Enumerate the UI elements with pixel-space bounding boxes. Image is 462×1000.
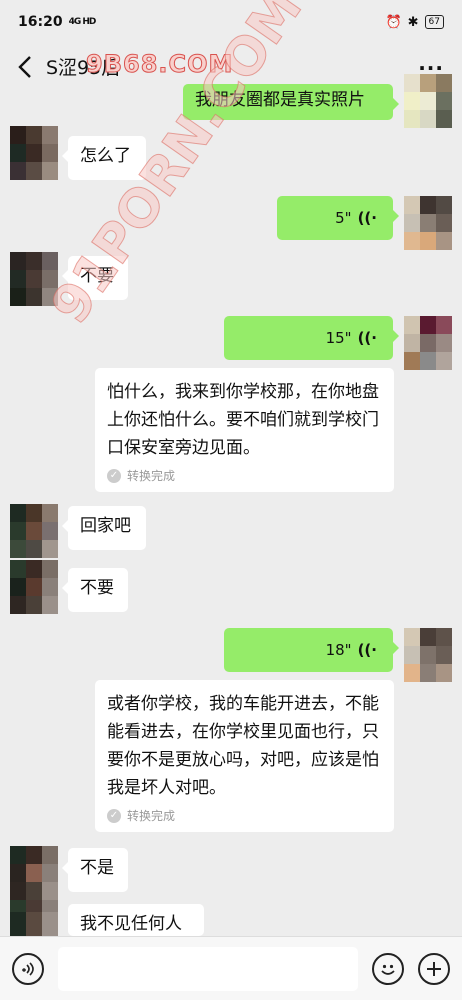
self-avatar[interactable]	[404, 316, 452, 370]
message-text: 我朋友圈都是真实照片	[195, 90, 365, 110]
message-text: 我不见任何人	[80, 914, 182, 934]
message-text: 怎么了	[80, 146, 131, 166]
check-icon: ✓	[107, 469, 121, 483]
voice-message-outgoing[interactable]: 5" ((·	[277, 196, 399, 240]
voice-mode-icon[interactable]	[12, 953, 44, 985]
bluetooth-icon: ✱	[407, 14, 419, 30]
message-incoming[interactable]: 不要	[62, 256, 128, 300]
voice-wave-icon: ((·	[357, 641, 377, 659]
emoji-icon[interactable]	[372, 953, 404, 985]
transcript-status-label: 转换完成	[127, 809, 176, 823]
back-arrow-icon[interactable]	[10, 49, 42, 85]
message-text: 不要	[80, 578, 114, 598]
message-text: 不是	[80, 858, 114, 878]
status-bar: 16:20 4G HD ⏰ ✱ 67	[0, 0, 462, 44]
message-outgoing[interactable]: 我朋友圈都是真实照片	[183, 84, 399, 120]
voice-wave-icon: ((·	[357, 329, 377, 347]
message-text: 不要	[80, 266, 114, 286]
contact-avatar[interactable]	[10, 126, 58, 180]
self-avatar[interactable]	[404, 628, 452, 682]
check-icon: ✓	[107, 809, 121, 823]
contact-avatar[interactable]	[10, 846, 58, 900]
voice-message-outgoing[interactable]: 18" ((·	[224, 628, 399, 672]
transcript-text: 怕什么，我来到你学校那，在你地盘上你还怕什么。要不咱们就到学校门口保安室旁边见面…	[107, 382, 379, 458]
contact-avatar[interactable]	[10, 504, 58, 558]
contact-avatar[interactable]	[10, 252, 58, 306]
battery-indicator: 67	[424, 15, 444, 29]
voice-duration: 18"	[325, 641, 352, 659]
voice-wave-icon: ((·	[357, 209, 377, 227]
transcript-status-label: 转换完成	[127, 469, 176, 483]
contact-avatar[interactable]	[10, 900, 58, 936]
watermark-top: 9B68.COM	[85, 50, 234, 79]
transcript-text: 或者你学校，我的车能开进去，不能能看进去，在你学校里见面也行，只要你不是更放心吗…	[107, 694, 379, 798]
message-input[interactable]	[58, 947, 358, 991]
contact-avatar[interactable]	[10, 560, 58, 614]
message-incoming[interactable]: 怎么了	[62, 136, 146, 180]
alarm-icon: ⏰	[385, 14, 402, 30]
voice-duration: 15"	[325, 329, 352, 347]
self-avatar[interactable]	[404, 196, 452, 250]
voice-message-outgoing[interactable]: 15" ((·	[224, 316, 399, 360]
message-incoming[interactable]: 不要	[62, 568, 128, 612]
voice-transcript: 怕什么，我来到你学校那，在你地盘上你还怕什么。要不咱们就到学校门口保安室旁边见面…	[95, 368, 394, 492]
voice-transcript: 或者你学校，我的车能开进去，不能能看进去，在你学校里见面也行，只要你不是更放心吗…	[95, 680, 394, 832]
message-incoming[interactable]: 回家吧	[62, 506, 146, 550]
transcript-status: ✓ 转换完成	[107, 468, 382, 484]
self-avatar[interactable]	[404, 74, 452, 128]
message-text: 回家吧	[80, 516, 131, 536]
message-incoming[interactable]: 不是	[62, 848, 128, 892]
message-incoming[interactable]: 我不见任何人	[68, 904, 204, 936]
transcript-status: ✓ 转换完成	[107, 808, 382, 824]
plus-icon[interactable]	[418, 953, 450, 985]
input-bar	[0, 936, 462, 1000]
status-time: 16:20	[18, 14, 63, 30]
signal-indicator: 4G HD	[68, 17, 97, 27]
voice-duration: 5"	[335, 209, 352, 227]
